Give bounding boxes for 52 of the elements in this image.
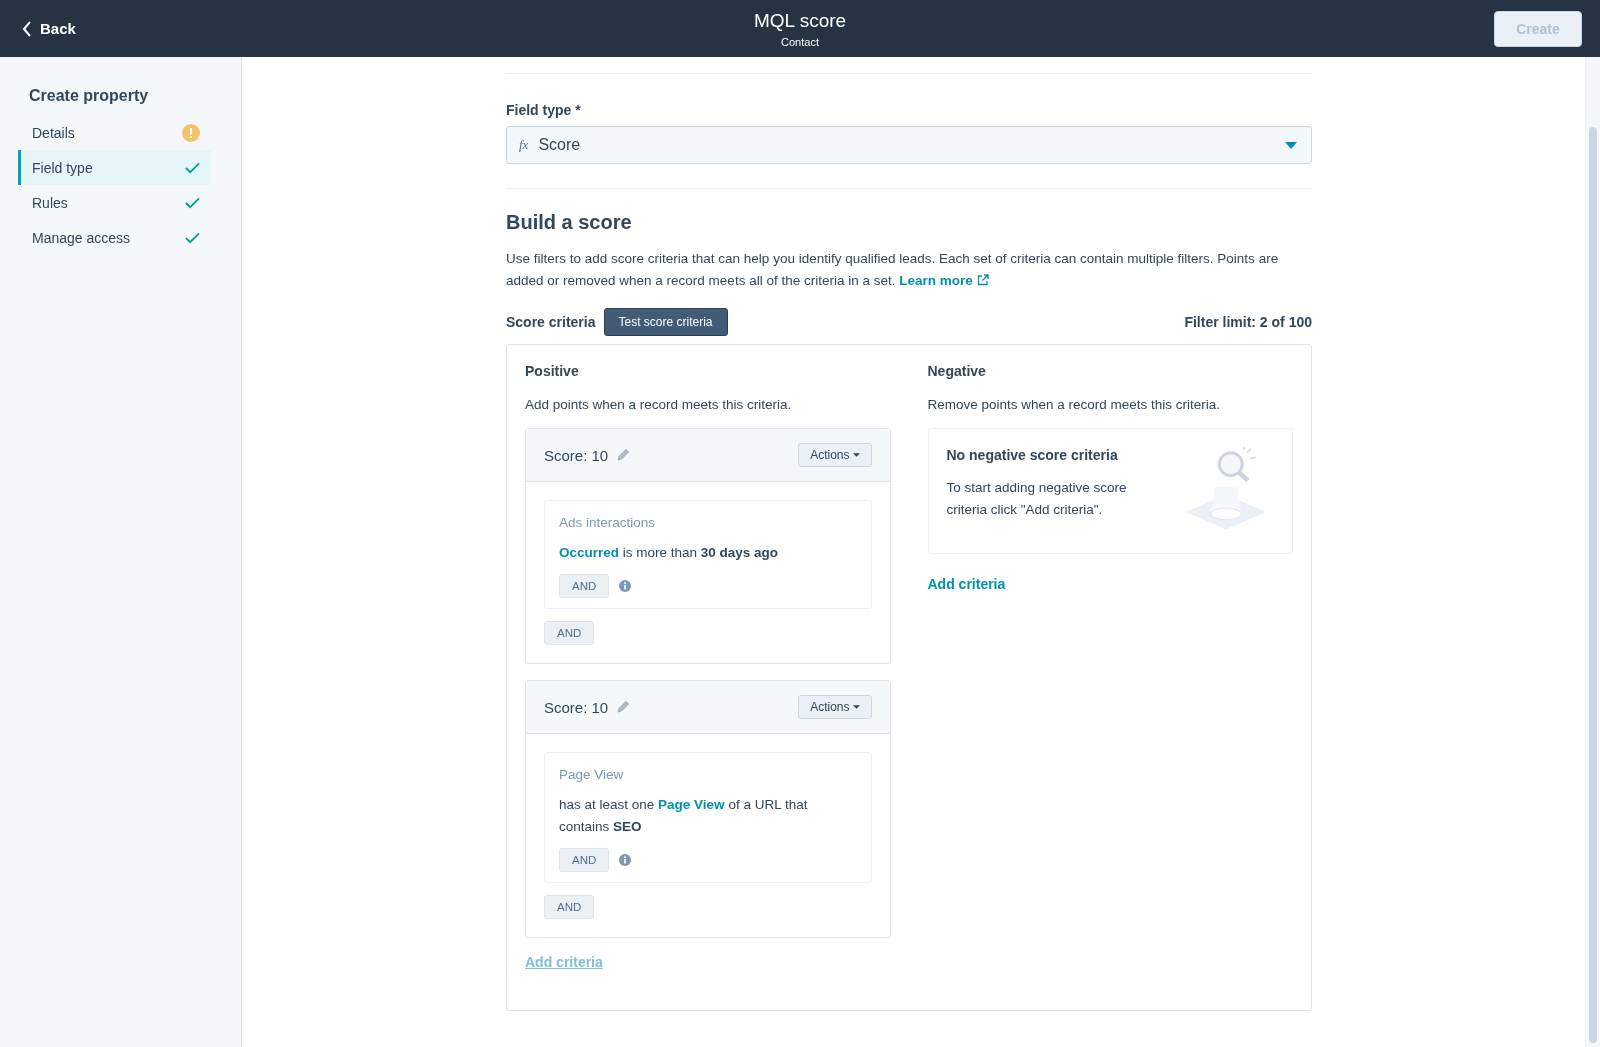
caret-icon bbox=[852, 453, 860, 457]
chevron-left-icon bbox=[22, 20, 32, 37]
step-item[interactable]: Rules bbox=[18, 185, 211, 220]
filter-name: Page View bbox=[559, 767, 625, 782]
step-item[interactable]: Details bbox=[18, 115, 211, 150]
scrollbar[interactable] bbox=[1585, 57, 1600, 1047]
info-icon[interactable] bbox=[619, 854, 632, 866]
pencil-icon[interactable] bbox=[616, 448, 631, 462]
back-link[interactable]: Back bbox=[22, 20, 76, 37]
column-description: Add points when a record meets this criteria. bbox=[525, 397, 793, 412]
actions-button[interactable]: Actions bbox=[798, 443, 872, 467]
back-label: Back bbox=[40, 20, 76, 37]
info-icon[interactable] bbox=[619, 580, 632, 592]
page-title: MQL score bbox=[753, 9, 847, 32]
external-link-icon bbox=[976, 274, 989, 286]
filter-limit: Filter limit: 2 of 100 bbox=[1184, 314, 1312, 330]
and-button[interactable]: AND bbox=[559, 574, 610, 598]
description-text: Use filters to add score criteria that can help you identify qualified leads. Each set of criteria can contain multiple filters. Points are added or removed when a record meets all of the criteria in a set. Learn more bbox=[506, 250, 1280, 290]
step-label: Details bbox=[32, 124, 75, 141]
column-description: Remove points when a record meets this criteria. bbox=[927, 397, 1222, 412]
criteria-label: Score criteria bbox=[506, 314, 596, 330]
and-button[interactable]: AND bbox=[559, 848, 610, 872]
field-type-dropdown[interactable]: fx Score bbox=[506, 126, 1312, 164]
add-criteria-link[interactable]: Add criteria bbox=[927, 576, 1006, 592]
step-label: Field type bbox=[32, 159, 93, 176]
caret-icon bbox=[1285, 141, 1297, 149]
filter-name: Ads interactions bbox=[559, 515, 657, 530]
test-criteria-button[interactable]: Test score criteria bbox=[603, 308, 728, 336]
filter-condition: Occurred is more than 30 days ago bbox=[559, 544, 780, 562]
dropdown-value: Score bbox=[538, 136, 582, 154]
learn-more-link[interactable]: Learn more bbox=[899, 273, 973, 288]
filter-condition: has at least one Page View of a URL that contains SEO bbox=[559, 796, 809, 836]
step-label: Rules bbox=[32, 194, 68, 211]
function-icon: fx bbox=[519, 137, 529, 153]
caret-icon bbox=[852, 705, 860, 709]
step-label: Manage access bbox=[32, 229, 131, 246]
and-button[interactable]: AND bbox=[544, 895, 595, 919]
empty-state-title: No negative score criteria bbox=[946, 447, 1119, 463]
step-item[interactable]: Manage access bbox=[18, 220, 211, 255]
column-heading: Positive bbox=[525, 363, 580, 379]
actions-button[interactable]: Actions bbox=[798, 695, 872, 719]
sidebar-title: Create property bbox=[28, 87, 150, 105]
empty-state-text: To start adding negative score criteria click "Add criteria". bbox=[946, 479, 1128, 519]
step-item[interactable]: Field type bbox=[18, 150, 211, 185]
and-button[interactable]: AND bbox=[544, 621, 595, 645]
score-label: Score: 10 bbox=[544, 446, 609, 464]
pencil-icon[interactable] bbox=[616, 700, 631, 714]
column-heading: Negative bbox=[927, 363, 987, 379]
score-label: Score: 10 bbox=[544, 698, 609, 716]
page-subtitle: Contact bbox=[781, 35, 819, 48]
section-heading: Build a score bbox=[506, 211, 633, 234]
field-label: Field type * bbox=[506, 102, 582, 118]
